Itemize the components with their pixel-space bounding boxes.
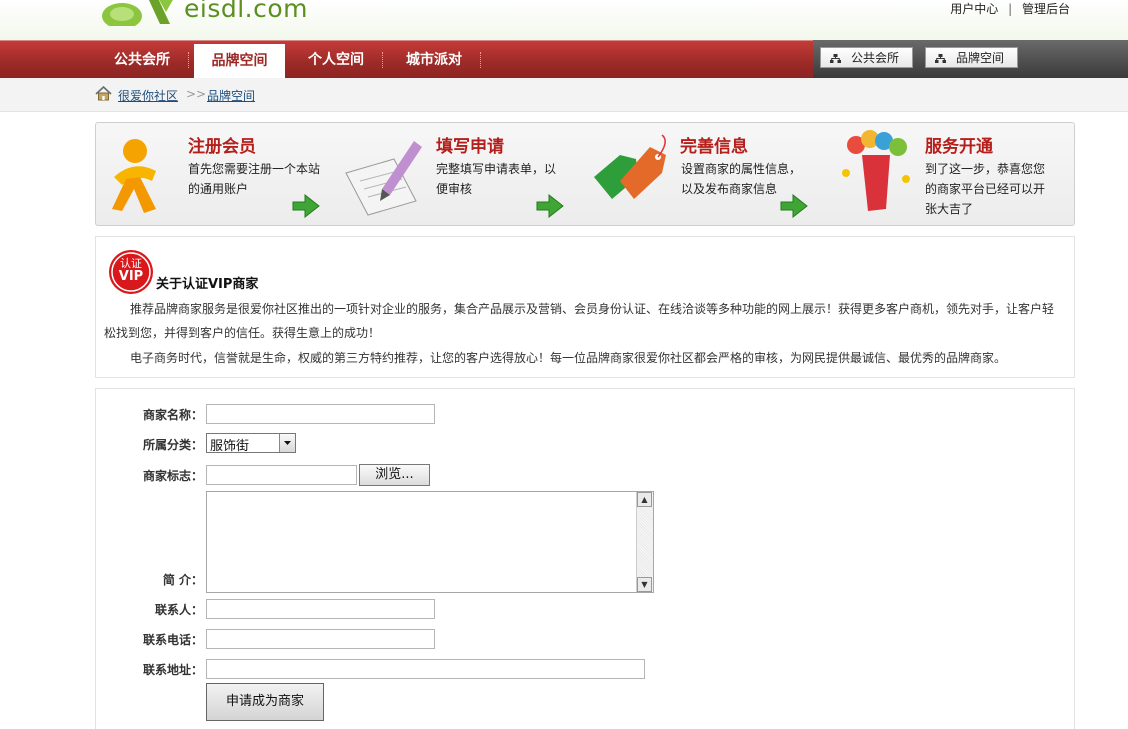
step-description: 到了这一步，恭喜您您 的商家平台已经可以开 张大吉了 [925, 162, 1046, 216]
about-title: 关于认证VIP商家 [156, 277, 259, 292]
intro-textarea[interactable]: ▲ ▼ [206, 491, 654, 593]
merchant-name-input[interactable] [206, 404, 435, 424]
nav-separator [188, 52, 190, 68]
contact-address-label: 联系地址： [142, 663, 203, 677]
merchant-logo-label: 商家标志： [142, 469, 203, 483]
vip-badge-main-text: VIP [118, 269, 144, 284]
sale-tags-icon [594, 134, 666, 199]
pen-paper-icon [345, 141, 422, 216]
steps-panel: 注册会员 首先您需要注册一个本站 的通用账户 填写申请 完整填写申请表单，以 便审核… [95, 122, 1075, 226]
step-description: 首先您需要注册一个本站 的通用账户 [188, 162, 321, 196]
logo-text[interactable]: eisdl.com [184, 0, 308, 23]
next-arrow-icon [780, 194, 808, 218]
nav-item-public-club[interactable]: 公共会所 [96, 40, 188, 78]
top-links: 用户中心 | 管理后台 [950, 0, 1070, 17]
contact-phone-input[interactable] [206, 629, 435, 649]
scroll-up-icon[interactable]: ▲ [637, 492, 652, 507]
breadcrumb-current-link[interactable]: 品牌空间 [207, 87, 255, 104]
category-selected-value: 服饰街 [210, 439, 250, 454]
category-select[interactable]: 服饰街 [206, 433, 296, 454]
nav-separator [480, 52, 482, 68]
top-header: eisdl.com 用户中心 | 管理后台 [0, 0, 1128, 40]
next-arrow-icon [292, 194, 320, 218]
step-title: 完善信息 [680, 137, 748, 157]
org-chart-icon [935, 54, 946, 63]
nav-separator [382, 52, 384, 68]
category-label: 所属分类： [142, 438, 203, 452]
contact-person-label: 联系人： [154, 603, 203, 617]
next-arrow-icon [536, 194, 564, 218]
scrollbar[interactable]: ▲ ▼ [636, 492, 653, 592]
breadcrumb: 很爱你社区 >> 品牌空间 [0, 78, 1128, 112]
merchant-application-form: 商家名称： 所属分类： 服饰街 商家标志： 浏览... ▲ ▼ 简 介： 联系人… [95, 388, 1075, 729]
nav-item-brand-space[interactable]: 品牌空间 [194, 44, 285, 78]
nav-item-personal-space[interactable]: 个人空间 [292, 40, 380, 78]
open-balloons-icon [842, 130, 910, 211]
breadcrumb-arrow: >> [186, 87, 207, 101]
step-title: 服务开通 [925, 137, 993, 157]
quick-brand-space-label: 品牌空间 [956, 51, 1005, 65]
contact-phone-label: 联系电话： [142, 633, 203, 647]
about-vip-panel: 认证 VIP 关于认证VIP商家 推荐品牌商家服务是很爱你社区推出的一项针对企业… [95, 236, 1075, 378]
about-paragraph-2: 电子商务时代，信誉就是生命，权威的第三方特约推荐，让您的客户选得放心！每一位品牌… [130, 351, 1007, 365]
step-description: 设置商家的属性信息， 以及发布商家信息 [681, 162, 802, 196]
step-title: 填写申请 [436, 137, 504, 157]
org-chart-icon [830, 54, 841, 63]
apply-merchant-button[interactable]: 申请成为商家 [206, 683, 324, 721]
scroll-down-icon[interactable]: ▼ [637, 577, 652, 592]
about-paragraph-1: 推荐品牌商家服务是很爱你社区推出的一项针对企业的服务，集合产品展示及营销、会员身… [104, 302, 1055, 340]
top-links-separator: | [1008, 2, 1013, 16]
quick-brand-space-button[interactable]: 品牌空间 [925, 47, 1018, 68]
merchant-name-label: 商家名称： [142, 408, 203, 422]
contact-person-input[interactable] [206, 599, 435, 619]
merchant-logo-file-input[interactable] [206, 465, 357, 485]
home-icon[interactable] [95, 86, 112, 101]
nav-item-city-party[interactable]: 城市派对 [390, 40, 478, 78]
chevron-down-icon[interactable] [279, 434, 295, 452]
member-figure-icon [112, 139, 156, 213]
quick-public-club-button[interactable]: 公共会所 [820, 47, 913, 68]
step-description: 完整填写申请表单，以 便审核 [436, 162, 557, 196]
admin-link[interactable]: 管理后台 [1022, 2, 1070, 16]
user-center-link[interactable]: 用户中心 [950, 2, 998, 16]
step-title: 注册会员 [188, 137, 256, 157]
breadcrumb-home-link[interactable]: 很爱你社区 [118, 87, 178, 104]
quick-public-club-label: 公共会所 [851, 51, 900, 65]
contact-address-input[interactable] [206, 659, 645, 679]
intro-label: 简 介： [162, 573, 203, 587]
logo-icon[interactable] [100, 0, 178, 26]
browse-button[interactable]: 浏览... [359, 464, 430, 486]
